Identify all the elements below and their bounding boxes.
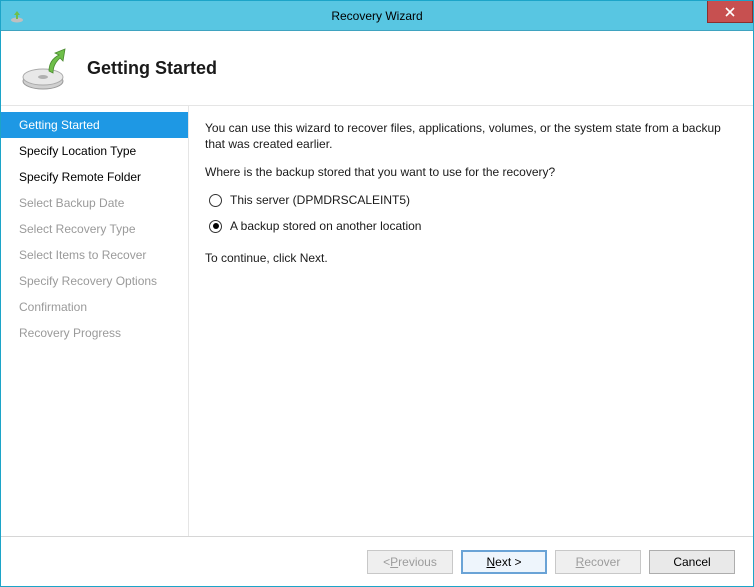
- step-select-recovery-type[interactable]: Select Recovery Type: [1, 216, 188, 242]
- close-button[interactable]: [707, 1, 753, 23]
- content-pane: You can use this wizard to recover files…: [188, 106, 753, 536]
- titlebar: Recovery Wizard: [1, 1, 753, 31]
- window-title: Recovery Wizard: [1, 9, 753, 23]
- continue-hint: To continue, click Next.: [205, 250, 731, 266]
- step-getting-started[interactable]: Getting Started: [1, 112, 188, 138]
- step-select-items[interactable]: Select Items to Recover: [1, 242, 188, 268]
- backup-location-group: This server (DPMDRSCALEINT5) A backup st…: [209, 192, 731, 234]
- step-specify-location-type[interactable]: Specify Location Type: [1, 138, 188, 164]
- footer: < Previous Next > Recover Cancel: [1, 536, 753, 586]
- step-specify-recovery-options[interactable]: Specify Recovery Options: [1, 268, 188, 294]
- radio-icon: [209, 220, 222, 233]
- header: Getting Started: [1, 31, 753, 106]
- radio-another-location[interactable]: A backup stored on another location: [209, 218, 731, 234]
- cancel-button[interactable]: Cancel: [649, 550, 735, 574]
- page-title: Getting Started: [87, 58, 217, 79]
- intro-text: You can use this wizard to recover files…: [205, 120, 731, 152]
- previous-button: < Previous: [367, 550, 453, 574]
- step-select-backup-date[interactable]: Select Backup Date: [1, 190, 188, 216]
- radio-this-server[interactable]: This server (DPMDRSCALEINT5): [209, 192, 731, 208]
- wizard-icon: [9, 8, 25, 24]
- step-specify-remote-folder[interactable]: Specify Remote Folder: [1, 164, 188, 190]
- step-recovery-progress[interactable]: Recovery Progress: [1, 320, 188, 346]
- radio-icon: [209, 194, 222, 207]
- recovery-icon: [19, 43, 69, 93]
- radio-label-this-server: This server (DPMDRSCALEINT5): [230, 192, 410, 208]
- question-text: Where is the backup stored that you want…: [205, 164, 731, 180]
- recover-button: Recover: [555, 550, 641, 574]
- radio-label-another-location: A backup stored on another location: [230, 218, 421, 234]
- step-confirmation[interactable]: Confirmation: [1, 294, 188, 320]
- wizard-steps-sidebar: Getting Started Specify Location Type Sp…: [1, 106, 188, 536]
- next-button[interactable]: Next >: [461, 550, 547, 574]
